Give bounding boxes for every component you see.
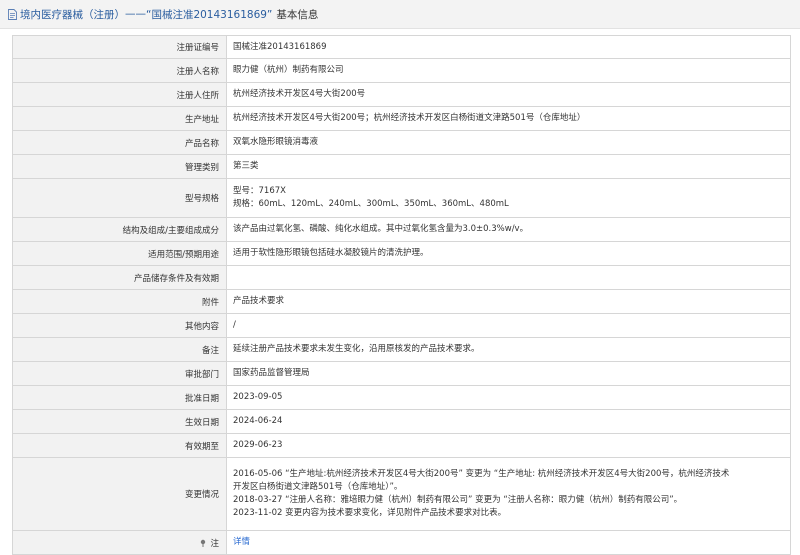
field-label: 审批部门	[12, 361, 227, 386]
field-value: 2016-05-06 “生产地址:杭州经济技术开发区4号大街200号” 变更为 …	[226, 457, 791, 531]
field-value: 双氧水隐形眼镜消毒液	[226, 130, 791, 155]
change-line: 2023-11-02 变更内容为技术要求变化，详见附件产品技术要求对比表。	[233, 508, 507, 518]
field-label: 注	[12, 530, 227, 555]
header-reg-title: “国械注准20143161869”	[146, 8, 273, 21]
change-line: 2018-03-27 “注册人名称：雅培眼力健（杭州）制药有限公司” 变更为 “…	[233, 495, 683, 505]
field-label: 批准日期	[12, 385, 227, 410]
info-row: 适用范围/预期用途 适用于软性隐形眼镜包括硅水凝胶镜片的清洗护理。	[12, 241, 791, 266]
info-row: 其他内容 /	[12, 313, 791, 338]
field-value: 2024-06-24	[226, 409, 791, 434]
field-label: 备注	[12, 337, 227, 362]
value-line: 规格：60mL、120mL、240mL、300mL、350mL、360mL、48…	[233, 199, 509, 209]
info-row: 结构及组成/主要组成成分 该产品由过氧化氢、磷酸、纯化水组成。其中过氧化氢含量为3…	[12, 217, 791, 242]
info-row: 产品储存条件及有效期	[12, 265, 791, 290]
info-row: 产品名称 双氧水隐形眼镜消毒液	[12, 130, 791, 155]
field-value: 该产品由过氧化氢、磷酸、纯化水组成。其中过氧化氢含量为3.0±0.3%w/v。	[226, 217, 791, 242]
info-row: 型号规格 型号：7167X 规格：60mL、120mL、240mL、300mL、35…	[12, 178, 791, 218]
info-row: 变更情况 2016-05-06 “生产地址:杭州经济技术开发区4号大街200号” …	[12, 457, 791, 531]
header-separator: ——	[125, 8, 146, 20]
field-label: 变更情况	[12, 457, 227, 531]
page-header: 境内医疗器械（注册） —— “国械注准20143161869” 基本信息	[0, 0, 800, 29]
field-label: 注册人名称	[12, 58, 227, 83]
info-row: 备注 延续注册产品技术要求未发生变化，沿用原核发的产品技术要求。	[12, 337, 791, 362]
value-line: 2023-09-05	[233, 392, 283, 402]
field-label: 产品储存条件及有效期	[12, 265, 227, 290]
field-value	[226, 265, 791, 290]
value-line: 眼力健（杭州）制药有限公司	[233, 65, 344, 75]
field-value: 眼力健（杭州）制药有限公司	[226, 58, 791, 83]
field-value: 延续注册产品技术要求未发生变化，沿用原核发的产品技术要求。	[226, 337, 791, 362]
field-label: 生产地址	[12, 106, 227, 131]
field-label: 适用范围/预期用途	[12, 241, 227, 266]
details-link[interactable]: 详情	[233, 537, 250, 547]
info-row: 生产地址 杭州经济技术开发区4号大街200号；杭州经济技术开发区白杨街道文津路50…	[12, 106, 791, 131]
field-value: 适用于软性隐形眼镜包括硅水凝胶镜片的清洗护理。	[226, 241, 791, 266]
field-label: 产品名称	[12, 130, 227, 155]
field-label: 注册人住所	[12, 82, 227, 107]
value-line: 杭州经济技术开发区4号大街200号	[233, 89, 366, 99]
value-line: 适用于软性隐形眼镜包括硅水凝胶镜片的清洗护理。	[233, 248, 429, 258]
info-row: 注册人住所 杭州经济技术开发区4号大街200号	[12, 82, 791, 107]
value-line: 双氧水隐形眼镜消毒液	[233, 137, 319, 147]
info-row: 注册人名称 眼力健（杭州）制药有限公司	[12, 58, 791, 83]
field-value: 国械注准20143161869	[226, 35, 791, 59]
field-value: 型号：7167X 规格：60mL、120mL、240mL、300mL、350mL、…	[226, 178, 791, 218]
field-label: 结构及组成/主要组成成分	[12, 217, 227, 242]
field-label: 生效日期	[12, 409, 227, 434]
value-line: 2029-06-23	[233, 440, 283, 450]
footer-label: 注	[210, 538, 219, 549]
value-line: 2024-06-24	[233, 416, 283, 426]
info-row: 批准日期 2023-09-05	[12, 385, 791, 410]
value-line: 第三类	[233, 161, 259, 171]
value-line: 延续注册产品技术要求未发生变化，沿用原核发的产品技术要求。	[233, 344, 480, 354]
info-row: 注册证编号 国械注准20143161869	[12, 35, 791, 59]
value-line: /	[233, 320, 236, 330]
field-value: 2023-09-05	[226, 385, 791, 410]
value-line: 产品技术要求	[233, 296, 285, 306]
value-line: 型号：7167X	[233, 186, 286, 196]
field-value: 2029-06-23	[226, 433, 791, 458]
info-row: 有效期至 2029-06-23	[12, 433, 791, 458]
field-label: 附件	[12, 289, 227, 314]
document-icon	[8, 8, 17, 20]
field-value: 国家药品监督管理局	[226, 361, 791, 386]
value-line: 国家药品监督管理局	[233, 368, 310, 378]
field-label: 其他内容	[12, 313, 227, 338]
field-value: 杭州经济技术开发区4号大街200号	[226, 82, 791, 107]
header-suffix: 基本信息	[276, 8, 319, 21]
field-label: 注册证编号	[12, 35, 227, 59]
field-value: 杭州经济技术开发区4号大街200号；杭州经济技术开发区白杨街道文津路501号（仓…	[226, 106, 791, 131]
field-label: 有效期至	[12, 433, 227, 458]
registration-info-table: 注册证编号 国械注准20143161869 注册人名称 眼力健（杭州）制药有限公司 …	[12, 35, 791, 555]
info-row: 注 详情	[12, 530, 791, 555]
value-line: 国械注准20143161869	[233, 41, 327, 52]
info-row: 生效日期 2024-06-24	[12, 409, 791, 434]
info-row: 审批部门 国家药品监督管理局	[12, 361, 791, 386]
value-line: 杭州经济技术开发区4号大街200号；杭州经济技术开发区白杨街道文津路501号（仓…	[233, 113, 586, 123]
change-line: 开发区白杨街道文津路501号（仓库地址）”。	[233, 482, 403, 492]
header-prefix[interactable]: 境内医疗器械（注册）	[20, 7, 125, 22]
info-row: 管理类别 第三类	[12, 154, 791, 179]
field-value: 产品技术要求	[226, 289, 791, 314]
field-label: 管理类别	[12, 154, 227, 179]
value-line: 该产品由过氧化氢、磷酸、纯化水组成。其中过氧化氢含量为3.0±0.3%w/v。	[233, 224, 529, 234]
field-value: /	[226, 313, 791, 338]
info-row: 附件 产品技术要求	[12, 289, 791, 314]
field-value: 第三类	[226, 154, 791, 179]
field-value: 详情	[226, 530, 791, 555]
pin-icon	[201, 539, 206, 547]
field-label: 型号规格	[12, 178, 227, 218]
change-line: 2016-05-06 “生产地址:杭州经济技术开发区4号大街200号” 变更为 …	[233, 469, 730, 479]
